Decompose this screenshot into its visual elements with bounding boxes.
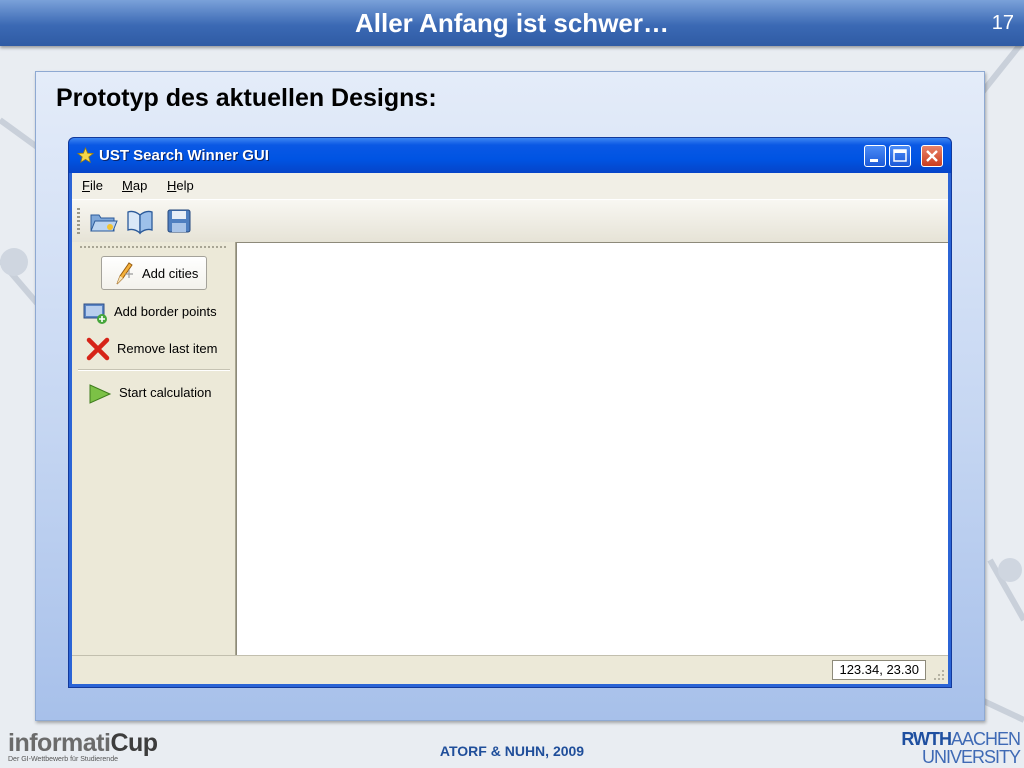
sidebar-separator (78, 369, 230, 371)
remove-last-item-label: Remove last item (117, 341, 218, 356)
app-window: UST Search Winner GUI File Map Help Add … (68, 137, 952, 688)
add-border-points-label: Add border points (114, 304, 217, 319)
window-titlebar[interactable]: UST Search Winner GUI (69, 138, 951, 173)
menu-bar: File Map Help (72, 173, 948, 199)
menu-file-mnemonic: F (82, 178, 90, 193)
add-cities-label: Add cities (142, 266, 199, 281)
tool-sidebar: Add cities Add border points Remove last… (72, 242, 236, 656)
slide-number: 17 (991, 12, 1014, 34)
pencil-icon (116, 262, 133, 285)
menu-file-label: ile (89, 178, 103, 193)
remove-x-icon (86, 337, 110, 361)
maximize-icon (893, 149, 907, 162)
open-book-icon[interactable] (125, 206, 155, 236)
map-canvas[interactable] (236, 242, 948, 656)
menu-map-label: ap (132, 178, 148, 193)
toolbar-grip[interactable] (77, 208, 80, 234)
content-heading: Prototyp des aktuellen Designs: (56, 84, 437, 112)
minimize-icon (870, 159, 878, 162)
open-folder-icon[interactable] (88, 206, 118, 236)
save-disk-icon[interactable] (164, 206, 194, 236)
status-bar: 123.34, 23.30 (72, 655, 948, 684)
aachen-text: AACHEN (950, 729, 1021, 749)
toolbar (72, 199, 948, 243)
star-app-icon (77, 147, 94, 164)
start-calculation-button[interactable]: Start calculation (72, 378, 235, 408)
slide-header: Aller Anfang ist schwer… 17 (0, 0, 1024, 46)
start-calculation-label: Start calculation (119, 385, 212, 400)
resize-grip-icon[interactable] (932, 668, 946, 682)
play-icon (89, 384, 112, 404)
close-button[interactable] (921, 145, 943, 167)
sidebar-grip (80, 246, 227, 248)
close-icon (926, 150, 938, 162)
footer-authors: ATORF & NUHN, 2009 (439, 743, 585, 759)
rwth-text: RWTH (901, 729, 952, 749)
rwth-logo: RWTHAACHEN UNIVERSITY (901, 729, 1021, 767)
add-border-points-button[interactable]: Add border points (72, 297, 235, 327)
window-client: File Map Help Add cities Add border poin… (72, 173, 948, 684)
menu-file[interactable]: File (82, 178, 103, 193)
menu-map-mnemonic: M (122, 178, 133, 193)
menu-help-mnemonic: H (167, 178, 177, 193)
add-cities-button[interactable]: Add cities (101, 256, 207, 290)
maximize-button[interactable] (889, 145, 911, 167)
minimize-button[interactable] (864, 145, 886, 167)
slide-title: Aller Anfang ist schwer… (355, 8, 669, 38)
university-text: UNIVERSITY (921, 747, 1021, 767)
coordinates-readout: 123.34, 23.30 (832, 660, 926, 680)
menu-help-label: elp (176, 178, 194, 193)
add-border-points-icon (83, 303, 107, 324)
remove-last-item-button[interactable]: Remove last item (72, 334, 235, 364)
menu-map[interactable]: Map (122, 178, 147, 193)
window-title: UST Search Winner GUI (99, 147, 269, 164)
menu-help[interactable]: Help (167, 178, 194, 193)
